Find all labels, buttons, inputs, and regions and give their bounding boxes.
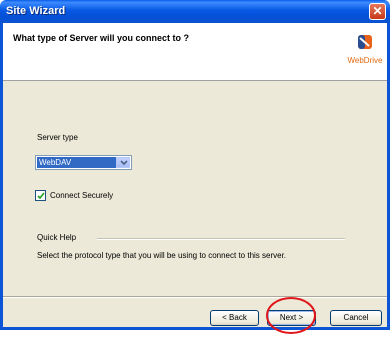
server-type-label: Server type [37, 133, 78, 142]
window-title: Site Wizard [6, 5, 66, 17]
wizard-body [3, 81, 387, 327]
window-frame-bottom [0, 327, 390, 330]
window-frame-right [387, 23, 390, 328]
dropdown-button[interactable] [116, 157, 130, 168]
button-separator [3, 296, 387, 298]
cancel-button[interactable]: Cancel [330, 310, 382, 326]
quick-help-divider [97, 238, 345, 240]
title-bar[interactable]: Site Wizard ✕ [0, 0, 390, 23]
wizard-header: What type of Server will you connect to … [3, 23, 387, 81]
back-button[interactable]: < Back [210, 310, 259, 326]
logo-text: WebDrive [347, 56, 383, 65]
site-wizard-window: Site Wizard ✕ What type of Server will y… [0, 0, 392, 334]
server-type-select[interactable]: WebDAV [35, 155, 132, 170]
checkmark-icon [37, 192, 45, 200]
page-title: What type of Server will you connect to … [13, 33, 190, 43]
connect-securely-label[interactable]: Connect Securely [50, 191, 113, 200]
server-type-value: WebDAV [37, 157, 116, 168]
webdrive-logo-icon [358, 35, 372, 49]
highlight-ring [266, 297, 316, 334]
quick-help-heading: Quick Help [37, 233, 77, 242]
close-icon[interactable]: ✕ [369, 3, 386, 20]
chevron-down-icon [120, 160, 128, 166]
connect-securely-checkbox[interactable] [35, 190, 46, 201]
quick-help-text: Select the protocol type that you will b… [37, 251, 287, 260]
